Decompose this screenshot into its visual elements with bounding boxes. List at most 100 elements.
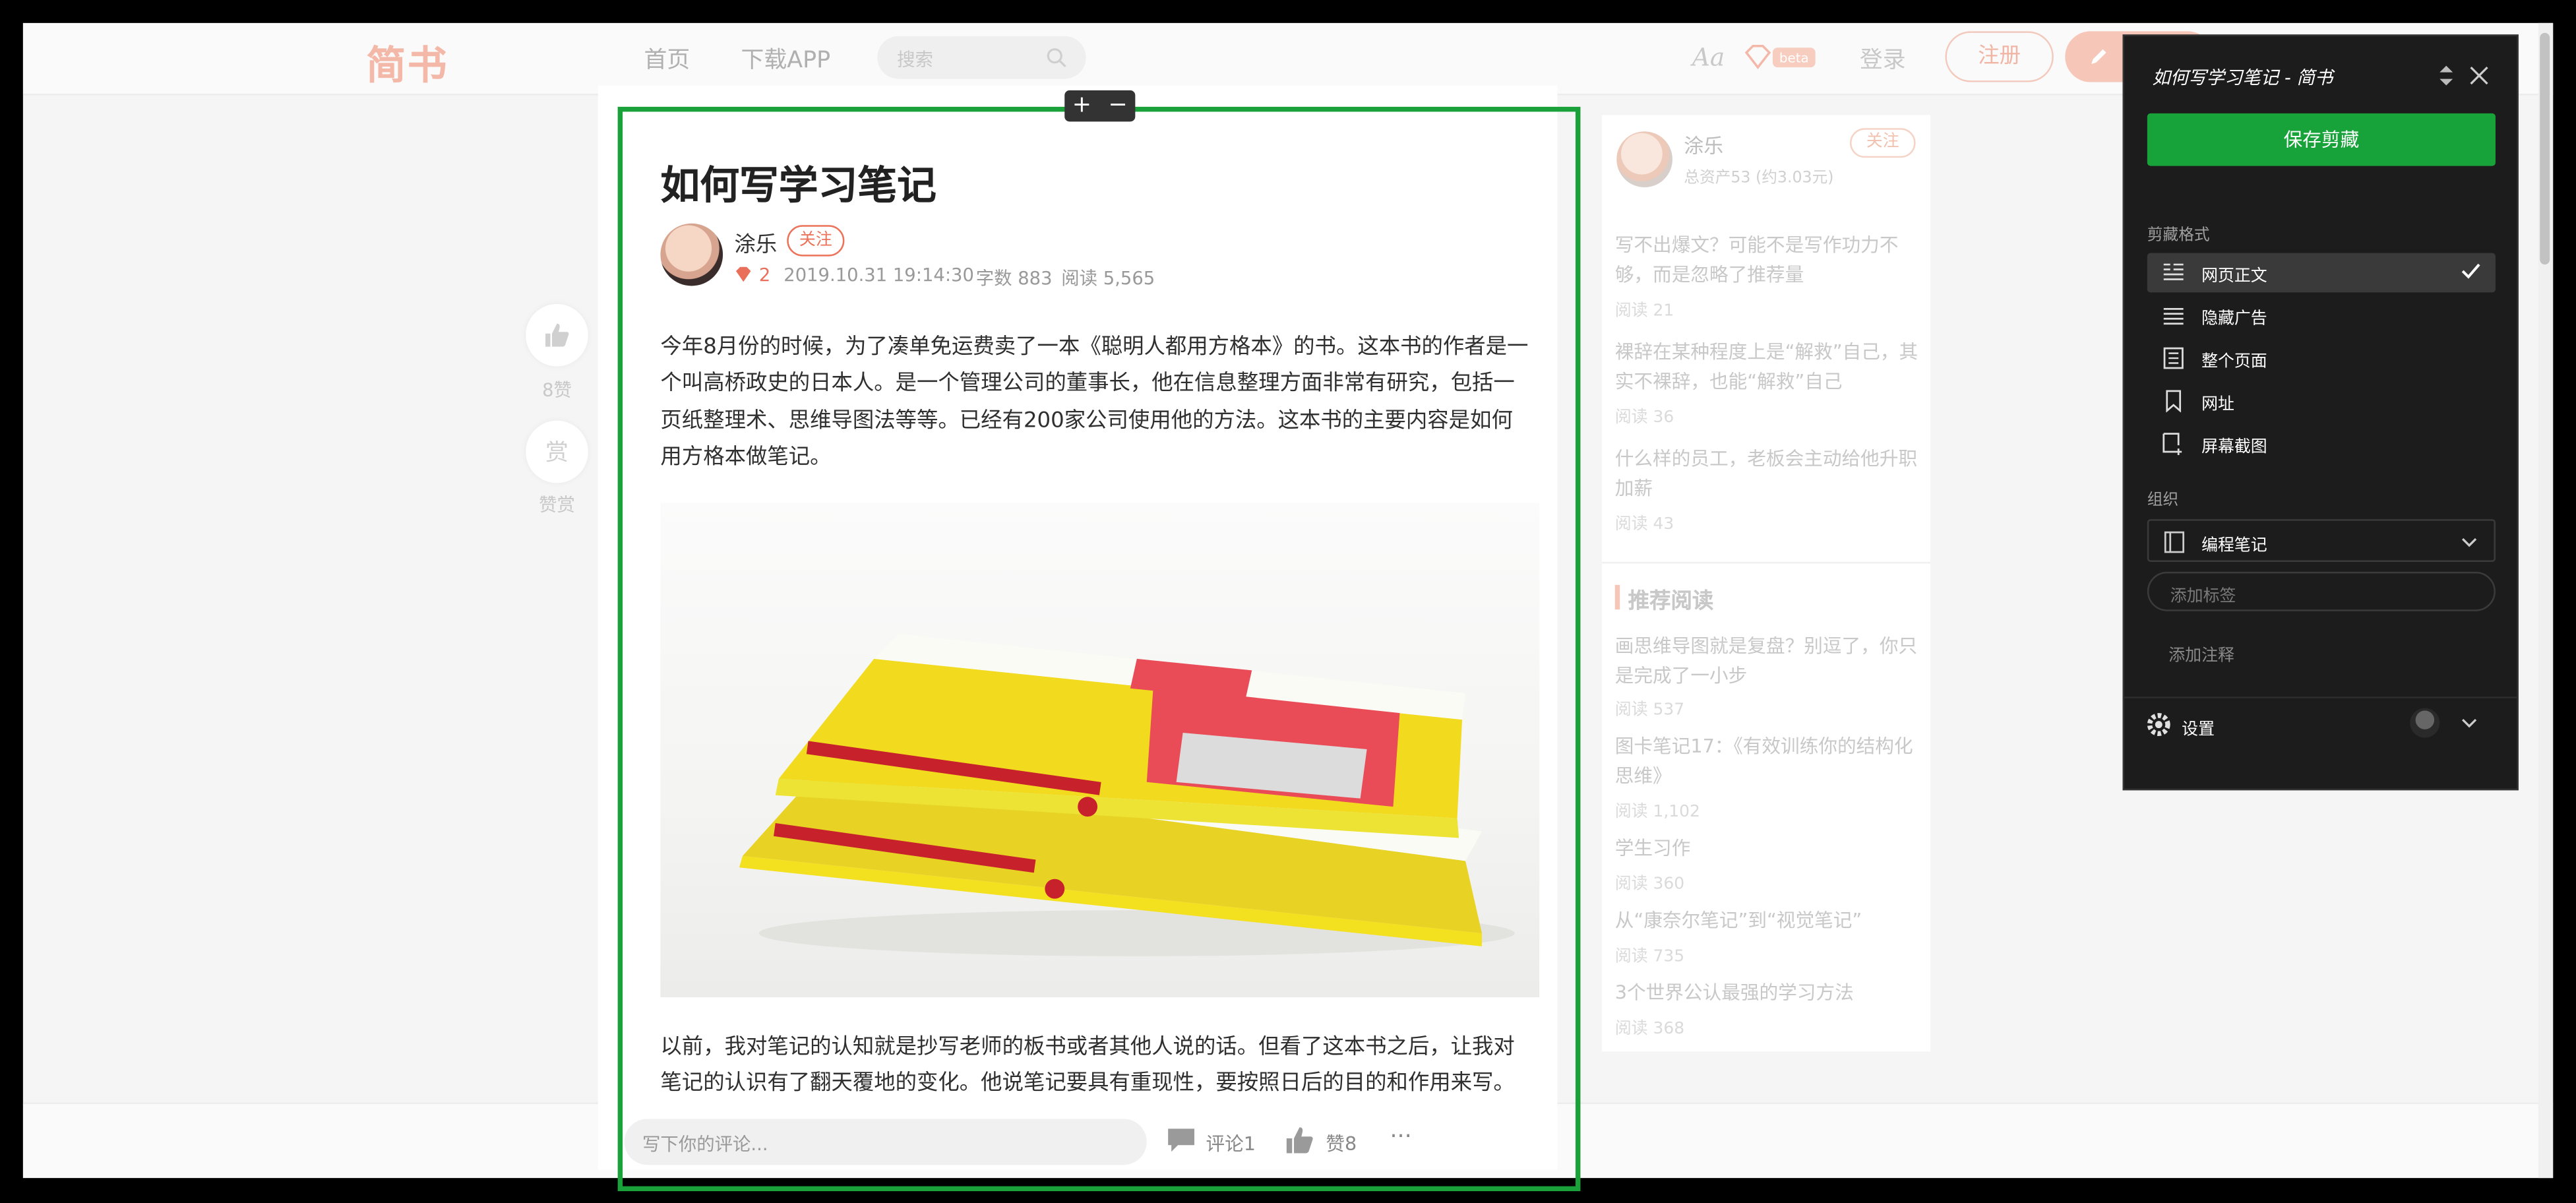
sidebar-follow-button[interactable]: 关注 [1849,128,1916,158]
sidebar-post-reads: 阅读 36 [1614,409,1674,427]
checkmark-icon [2461,263,2480,279]
search-placeholder: 搜索 [897,49,933,71]
diamond-beta-icon[interactable]: beta [1743,43,1819,73]
format-option-article[interactable]: 网页正文 [2147,253,2496,293]
sidebar-post-reads: 阅读 43 [1614,516,1674,534]
sidebar-author-avatar[interactable] [1616,131,1672,187]
article-format-icon [2163,263,2184,280]
gear-icon[interactable] [2145,712,2172,738]
sidebar-post-reads: 阅读 21 [1614,302,1674,321]
recommend-item-reads: 阅读 1,102 [1614,803,1700,822]
hide-ads-format-icon [2163,307,2184,325]
book-photo [660,503,1540,998]
recommend-heading: 推荐阅读 [1628,590,1714,615]
recommend-item-title[interactable]: 画思维导图就是复盘？别逗了，你只是完成了一小步 [1615,632,1919,690]
site-logo[interactable]: 简书 [367,33,449,90]
shrink-selection-button[interactable]: − [1101,90,1135,121]
publish-date: 2019.10.31 19:14:30 [783,264,974,286]
nav-download-app[interactable]: 下载APP [741,43,830,76]
notebook-select[interactable]: 编程笔记 [2147,519,2496,562]
font-size-toggle[interactable]: Aa [1692,43,1725,73]
recommend-item-reads: 阅读 360 [1614,875,1685,894]
sidebar-post-title[interactable]: 裸辞在某种程度上是“解救”自己，其实不裸辞，也能“解救”自己 [1615,338,1919,396]
diamond-count: 2 [758,264,771,286]
scrollbar-thumb[interactable] [2540,32,2550,265]
full-page-format-icon [2163,347,2184,369]
screenshot-icon [2162,433,2182,456]
word-count: 字数 883 [975,268,1053,290]
recommend-item-title[interactable]: 学生习作 [1615,834,1919,863]
recommend-heading-bar [1614,584,1620,610]
reward-button[interactable]: 赏 [526,420,588,483]
save-clip-button[interactable]: 保存剪藏 [2147,113,2496,166]
web-clipper-panel: 如何写学习笔记 - 简书 保存剪藏 剪藏格式 网页正文 隐藏广告 整个页面 网址… [2122,34,2519,791]
like-count-bottom[interactable]: 赞8 [1326,1130,1357,1157]
sort-arrows-icon[interactable] [2438,64,2455,87]
signup-button[interactable]: 注册 [1945,31,2054,82]
organize-heading: 组织 [2147,491,2179,510]
user-avatar[interactable] [2410,708,2440,738]
format-option-label: 屏幕截图 [2201,439,2267,457]
account-chevron-icon[interactable] [2461,716,2478,729]
comment-input[interactable]: 写下你的评论... [624,1119,1147,1165]
like-icon[interactable] [1283,1125,1316,1155]
like-button[interactable] [526,303,588,367]
tag-placeholder: 添加标签 [2170,588,2236,607]
recommend-item-reads: 阅读 368 [1614,1020,1685,1039]
beta-badge: beta [1779,51,1809,66]
comment-placeholder: 写下你的评论... [642,1133,768,1156]
format-option-label: 网页正文 [2201,268,2267,286]
format-heading: 剪藏格式 [2147,226,2210,245]
pen-icon [2091,49,2106,65]
format-option-label: 隐藏广告 [2201,310,2267,329]
author-name[interactable]: 涂乐 [735,227,778,258]
comment-icon[interactable] [1167,1127,1196,1154]
article-paragraph: 今年8月份的时候，为了凑单免运费卖了一本《聪明人都用方格本》的书。这本书的作者是… [660,335,1529,470]
like-count: 8赞 [542,379,572,401]
sidebar-post-title[interactable]: 写不出爆文？可能不是写作功力不够，而是忽略了推荐量 [1615,231,1919,289]
author-avatar[interactable] [660,223,723,286]
sidebar-post-title[interactable]: 什么样的员工，老板会主动给他升职加薪 [1615,445,1919,503]
recommend-item-title[interactable]: 3个世界公认最强的学习方法 [1615,979,1919,1008]
reward-label: 赞赏 [539,494,575,516]
sidebar-author-name[interactable]: 涂乐 [1684,131,1723,159]
reward-char: 赏 [545,440,568,467]
format-option-label: 整个页面 [2201,353,2267,371]
format-option-full-page[interactable]: 整个页面 [2147,338,2496,378]
nav-home[interactable]: 首页 [644,43,690,76]
notebook-name: 编程笔记 [2201,537,2267,555]
diamond-icon [736,266,751,282]
clip-title[interactable]: 如何写学习笔记 - 简书 [2152,64,2333,90]
search-icon[interactable] [1045,46,1068,69]
article-title: 如何写学习笔记 [660,162,936,209]
follow-button[interactable]: 关注 [787,225,845,257]
book-illustration [739,634,1515,956]
panel-divider [2124,696,2517,698]
recommend-item-title[interactable]: 图卡笔记17：《有效训练你的结构化思维》 [1615,733,1919,790]
format-option-screenshot[interactable]: 屏幕截图 [2147,424,2496,464]
expand-selection-button[interactable]: + [1064,90,1099,121]
recommend-item-reads: 阅读 537 [1614,701,1685,720]
tag-input[interactable]: 添加标签 [2147,571,2496,611]
sidebar-divider [1601,561,1931,564]
read-count: 阅读 5,565 [1061,268,1155,290]
comment-count[interactable]: 评论1 [1206,1130,1256,1157]
note-input[interactable]: 添加注释 [2168,641,2234,665]
bookmark-icon [2166,390,2182,413]
selection-resize-control: + − [1064,90,1136,122]
search-input[interactable]: 搜索 [877,36,1086,79]
close-icon[interactable] [2469,66,2489,86]
chevron-down-icon [2462,538,2477,547]
login-link[interactable]: 登录 [1860,43,1906,76]
sidebar-author-assets: 总资产53 (约3.03元) [1684,169,1834,187]
format-option-hide-ads[interactable]: 隐藏广告 [2147,295,2496,335]
format-option-label: 网址 [2201,396,2234,414]
recommend-item-reads: 阅读 735 [1614,948,1685,966]
recommend-item-title[interactable]: 从“康奈尔笔记”到“视觉笔记” [1615,907,1919,936]
article-paragraph-2: 以前，我对笔记的认知就是抄写老师的板书或者其他人说的话。但看了这本书之后，让我对… [660,1035,1515,1097]
settings-label[interactable]: 设置 [2182,715,2215,739]
notebook-icon [2164,531,2185,553]
format-option-url[interactable]: 网址 [2147,381,2496,421]
thumbs-up-icon [545,323,569,347]
more-options-button[interactable]: ··· [1390,1124,1411,1150]
